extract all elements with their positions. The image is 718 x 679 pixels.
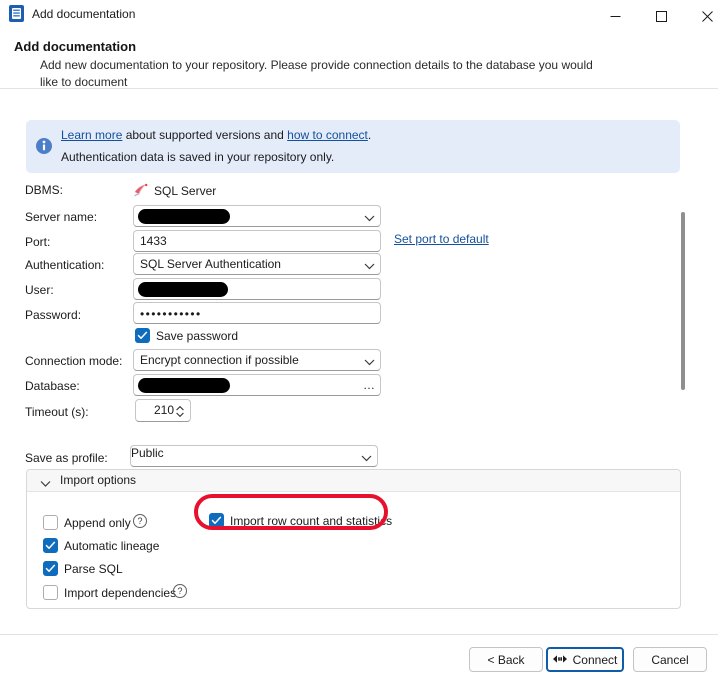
chevron-down-icon[interactable] <box>361 452 372 462</box>
page-subtitle: Add new documentation to your repository… <box>40 58 593 89</box>
sql-server-icon <box>133 183 148 200</box>
connect-plug-icon <box>552 653 567 667</box>
database-label: Database: <box>25 379 80 393</box>
server-name-label: Server name: <box>25 210 98 224</box>
timeout-stepper[interactable]: 210 <box>135 399 191 422</box>
footer-divider <box>0 634 718 635</box>
minimize-icon[interactable] <box>592 0 638 32</box>
connect-button-label: Connect <box>572 652 618 667</box>
dbms-name: SQL Server <box>154 184 217 198</box>
connection-mode-select[interactable]: Encrypt connection if possible <box>133 349 381 371</box>
save-password-checkbox[interactable] <box>135 328 150 343</box>
password-value: ••••••••••• <box>140 307 202 321</box>
info-banner: Learn more about supported versions and … <box>26 120 680 173</box>
info-banner-line-1: Learn more about supported versions and … <box>61 128 371 142</box>
port-input[interactable]: 1433 <box>133 230 381 252</box>
set-port-to-default-link[interactable]: Set port to default <box>394 232 489 246</box>
append-only-label: Append only <box>64 516 131 530</box>
import-dependencies-checkbox[interactable] <box>43 585 58 600</box>
cancel-button[interactable]: Cancel <box>633 647 707 672</box>
connect-button[interactable]: Connect <box>546 647 624 672</box>
timeout-label: Timeout (s): <box>25 405 89 419</box>
parse-sql-checkbox[interactable] <box>43 561 58 576</box>
how-to-connect-link[interactable]: how to connect <box>287 128 368 142</box>
user-label: User: <box>25 283 54 297</box>
database-browse-button[interactable]: … <box>363 379 376 392</box>
authentication-value: SQL Server Authentication <box>140 257 281 271</box>
import-options-header[interactable]: Import options <box>27 470 680 492</box>
database-input[interactable]: … <box>133 374 381 396</box>
timeout-value: 210 <box>153 403 174 417</box>
password-label: Password: <box>25 308 82 322</box>
append-only-checkbox[interactable] <box>43 515 58 530</box>
page-title: Add documentation <box>14 39 137 54</box>
port-value: 1433 <box>140 234 167 248</box>
import-dependencies-label: Import dependencies <box>64 586 177 600</box>
title-bar: Add documentation <box>0 0 718 32</box>
maximize-icon[interactable] <box>638 0 684 32</box>
import-dependencies-help-icon[interactable]: ? <box>173 584 187 598</box>
automatic-lineage-checkbox[interactable] <box>43 538 58 553</box>
user-redacted-value <box>138 282 228 297</box>
user-input[interactable] <box>133 278 381 300</box>
chevron-down-icon[interactable] <box>364 356 375 366</box>
save-password-label: Save password <box>156 329 239 343</box>
automatic-lineage-label: Automatic lineage <box>64 539 160 553</box>
connection-mode-value: Encrypt connection if possible <box>140 353 299 367</box>
authentication-label: Authentication: <box>25 258 105 272</box>
port-label: Port: <box>25 235 51 249</box>
import-row-count-label: Import row count and statistics <box>230 514 393 528</box>
close-icon[interactable] <box>684 0 718 32</box>
scrollbar-thumb[interactable] <box>681 212 685 390</box>
window-title: Add documentation <box>32 7 136 21</box>
stepper-updown-icon[interactable] <box>175 405 185 421</box>
append-only-help-icon[interactable]: ? <box>133 514 147 528</box>
info-text-mid: about supported versions and <box>122 128 288 142</box>
document-icon <box>9 5 24 22</box>
learn-more-link[interactable]: Learn more <box>61 128 122 142</box>
parse-sql-label: Parse SQL <box>64 562 123 576</box>
info-text-end: . <box>367 128 372 142</box>
authentication-select[interactable]: SQL Server Authentication <box>133 253 381 275</box>
connection-mode-label: Connection mode: <box>25 354 123 368</box>
import-options-title: Import options <box>60 473 137 487</box>
add-documentation-dialog: Add documentation Add documentation Add … <box>0 0 718 679</box>
save-as-profile-value: Public <box>131 446 164 460</box>
header-divider <box>0 88 718 89</box>
back-button[interactable]: < Back <box>469 647 543 672</box>
save-as-profile-label: Save as profile: <box>25 451 108 465</box>
server-name-input[interactable] <box>133 205 381 227</box>
info-icon <box>36 138 52 154</box>
chevron-down-icon[interactable] <box>364 212 375 222</box>
cancel-button-label: Cancel <box>651 652 689 667</box>
back-button-label: < Back <box>487 652 525 667</box>
dbms-label: DBMS: <box>25 183 64 197</box>
chevron-down-icon[interactable] <box>364 260 375 270</box>
import-options-panel: Import options Append only ? Automatic l… <box>26 469 681 609</box>
dbms-value: SQL Server <box>133 182 216 200</box>
chevron-down-icon[interactable] <box>40 477 51 491</box>
database-redacted-value <box>138 378 230 393</box>
save-as-profile-select[interactable]: Public <box>130 445 378 467</box>
server-name-redacted-value <box>138 209 230 224</box>
import-row-count-checkbox[interactable] <box>209 513 224 528</box>
password-input[interactable]: ••••••••••• <box>133 302 381 324</box>
info-banner-line-2: Authentication data is saved in your rep… <box>61 150 335 164</box>
